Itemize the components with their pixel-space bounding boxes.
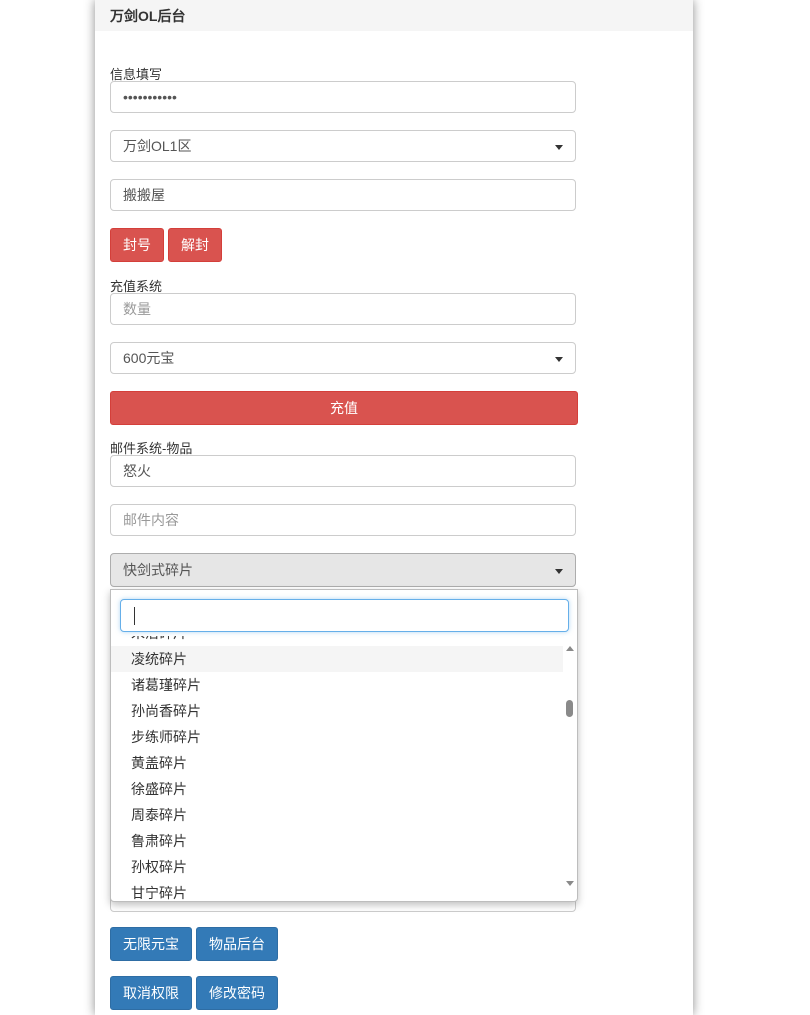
password-input[interactable]: •••••••••••: [110, 81, 576, 113]
mail-content-input[interactable]: 邮件内容: [110, 504, 576, 536]
package-select[interactable]: 600元宝: [110, 342, 576, 374]
dropdown-option[interactable]: 凌统碎片: [111, 646, 563, 672]
unlimited-ingot-button[interactable]: 无限元宝: [110, 927, 192, 961]
server-select-value: 万剑OL1区: [123, 138, 192, 154]
dropdown-scrollbar[interactable]: [564, 636, 577, 896]
dropdown-option[interactable]: 周泰碎片: [111, 802, 563, 828]
item-backend-button[interactable]: 物品后台: [196, 927, 278, 961]
panel-header: 万剑OL后台: [95, 0, 693, 31]
text-cursor: [134, 607, 135, 625]
dropdown-option[interactable]: 孙尚香碎片: [111, 698, 563, 724]
scrollbar-thumb[interactable]: [566, 700, 573, 717]
scroll-up-icon[interactable]: [566, 646, 574, 651]
scroll-down-icon[interactable]: [566, 881, 574, 886]
dropdown-option[interactable]: 徐盛碎片: [111, 776, 563, 802]
chevron-down-icon: [555, 145, 563, 150]
mail-title-input[interactable]: 怒火: [110, 455, 576, 487]
item-dropdown: 朱治碎片凌统碎片诸葛瑾碎片孙尚香碎片步练师碎片黄盖碎片徐盛碎片周泰碎片鲁肃碎片孙…: [110, 589, 578, 902]
chevron-down-icon: [555, 569, 563, 574]
revoke-permission-button[interactable]: 取消权限: [110, 976, 192, 1010]
admin-panel: 万剑OL后台 信息填写 ••••••••••• 万剑OL1区 搬搬屋 封号 解封…: [95, 0, 693, 1015]
change-password-button[interactable]: 修改密码: [196, 976, 278, 1010]
item-select-value: 快剑式碎片: [123, 562, 193, 578]
unban-button[interactable]: 解封: [168, 228, 222, 262]
server-select[interactable]: 万剑OL1区: [110, 130, 576, 162]
dropdown-option[interactable]: 鲁肃碎片: [111, 828, 563, 854]
recharge-button[interactable]: 充值: [110, 391, 578, 425]
item-select[interactable]: 快剑式碎片: [110, 553, 576, 587]
dropdown-option[interactable]: 步练师碎片: [111, 724, 563, 750]
dropdown-option[interactable]: 诸葛瑾碎片: [111, 672, 563, 698]
amount-input[interactable]: 数量: [110, 293, 576, 325]
dropdown-option[interactable]: 朱治碎片: [111, 636, 563, 646]
dropdown-list[interactable]: 朱治碎片凌统碎片诸葛瑾碎片孙尚香碎片步练师碎片黄盖碎片徐盛碎片周泰碎片鲁肃碎片孙…: [111, 636, 563, 901]
dropdown-search-input[interactable]: [120, 599, 569, 632]
chevron-down-icon: [555, 357, 563, 362]
dropdown-option[interactable]: 黄盖碎片: [111, 750, 563, 776]
ban-button[interactable]: 封号: [110, 228, 164, 262]
page-title: 万剑OL后台: [110, 8, 186, 24]
dropdown-option[interactable]: 孙权碎片: [111, 854, 563, 880]
dropdown-option[interactable]: 甘宁碎片: [111, 880, 563, 901]
package-select-value: 600元宝: [123, 350, 175, 366]
role-name-input[interactable]: 搬搬屋: [110, 179, 576, 211]
